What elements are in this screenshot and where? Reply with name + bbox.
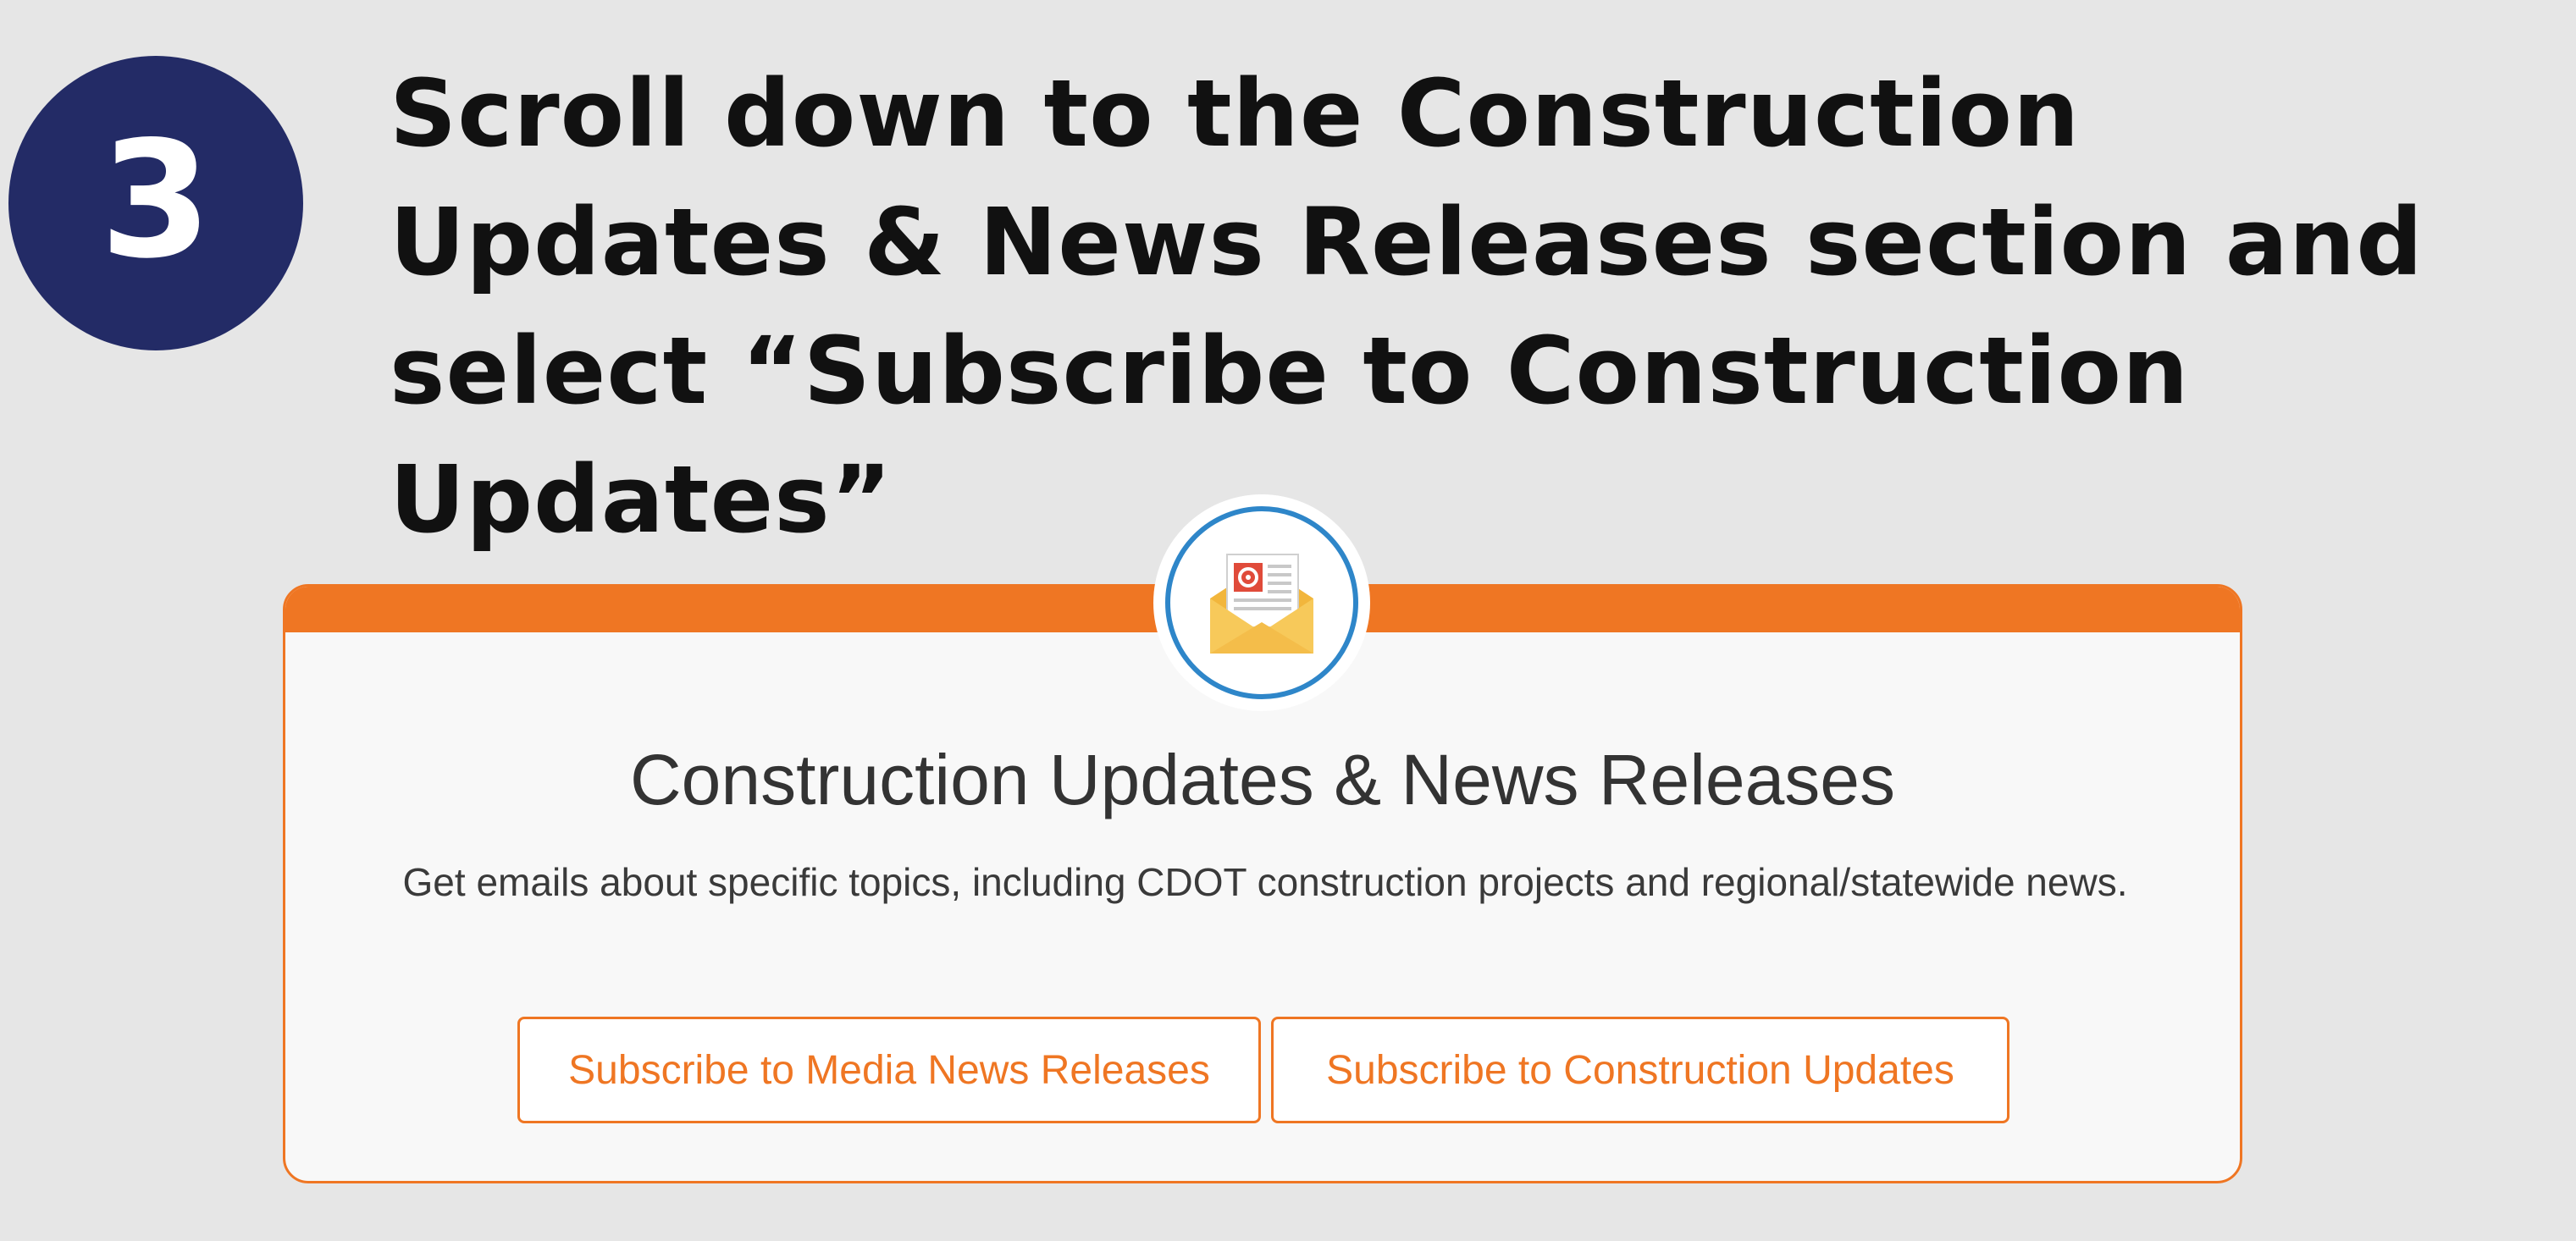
email-newsletter-icon	[1153, 494, 1370, 711]
step-number-badge: 3	[8, 56, 303, 350]
step-number: 3	[99, 107, 213, 294]
card-title: Construction Updates & News Releases	[629, 740, 1896, 819]
card-description: Get emails about specific topics, includ…	[402, 860, 2128, 904]
subscribe-media-news-button[interactable]: Subscribe to Media News Releases	[517, 1017, 1261, 1123]
instruction-heading: Scroll down to the Construction Updates …	[390, 59, 2424, 554]
subscribe-construction-updates-button[interactable]: Subscribe to Construction Updates	[1271, 1017, 2009, 1123]
envelope-icon	[1210, 554, 1313, 654]
icon-ring	[1165, 506, 1358, 699]
